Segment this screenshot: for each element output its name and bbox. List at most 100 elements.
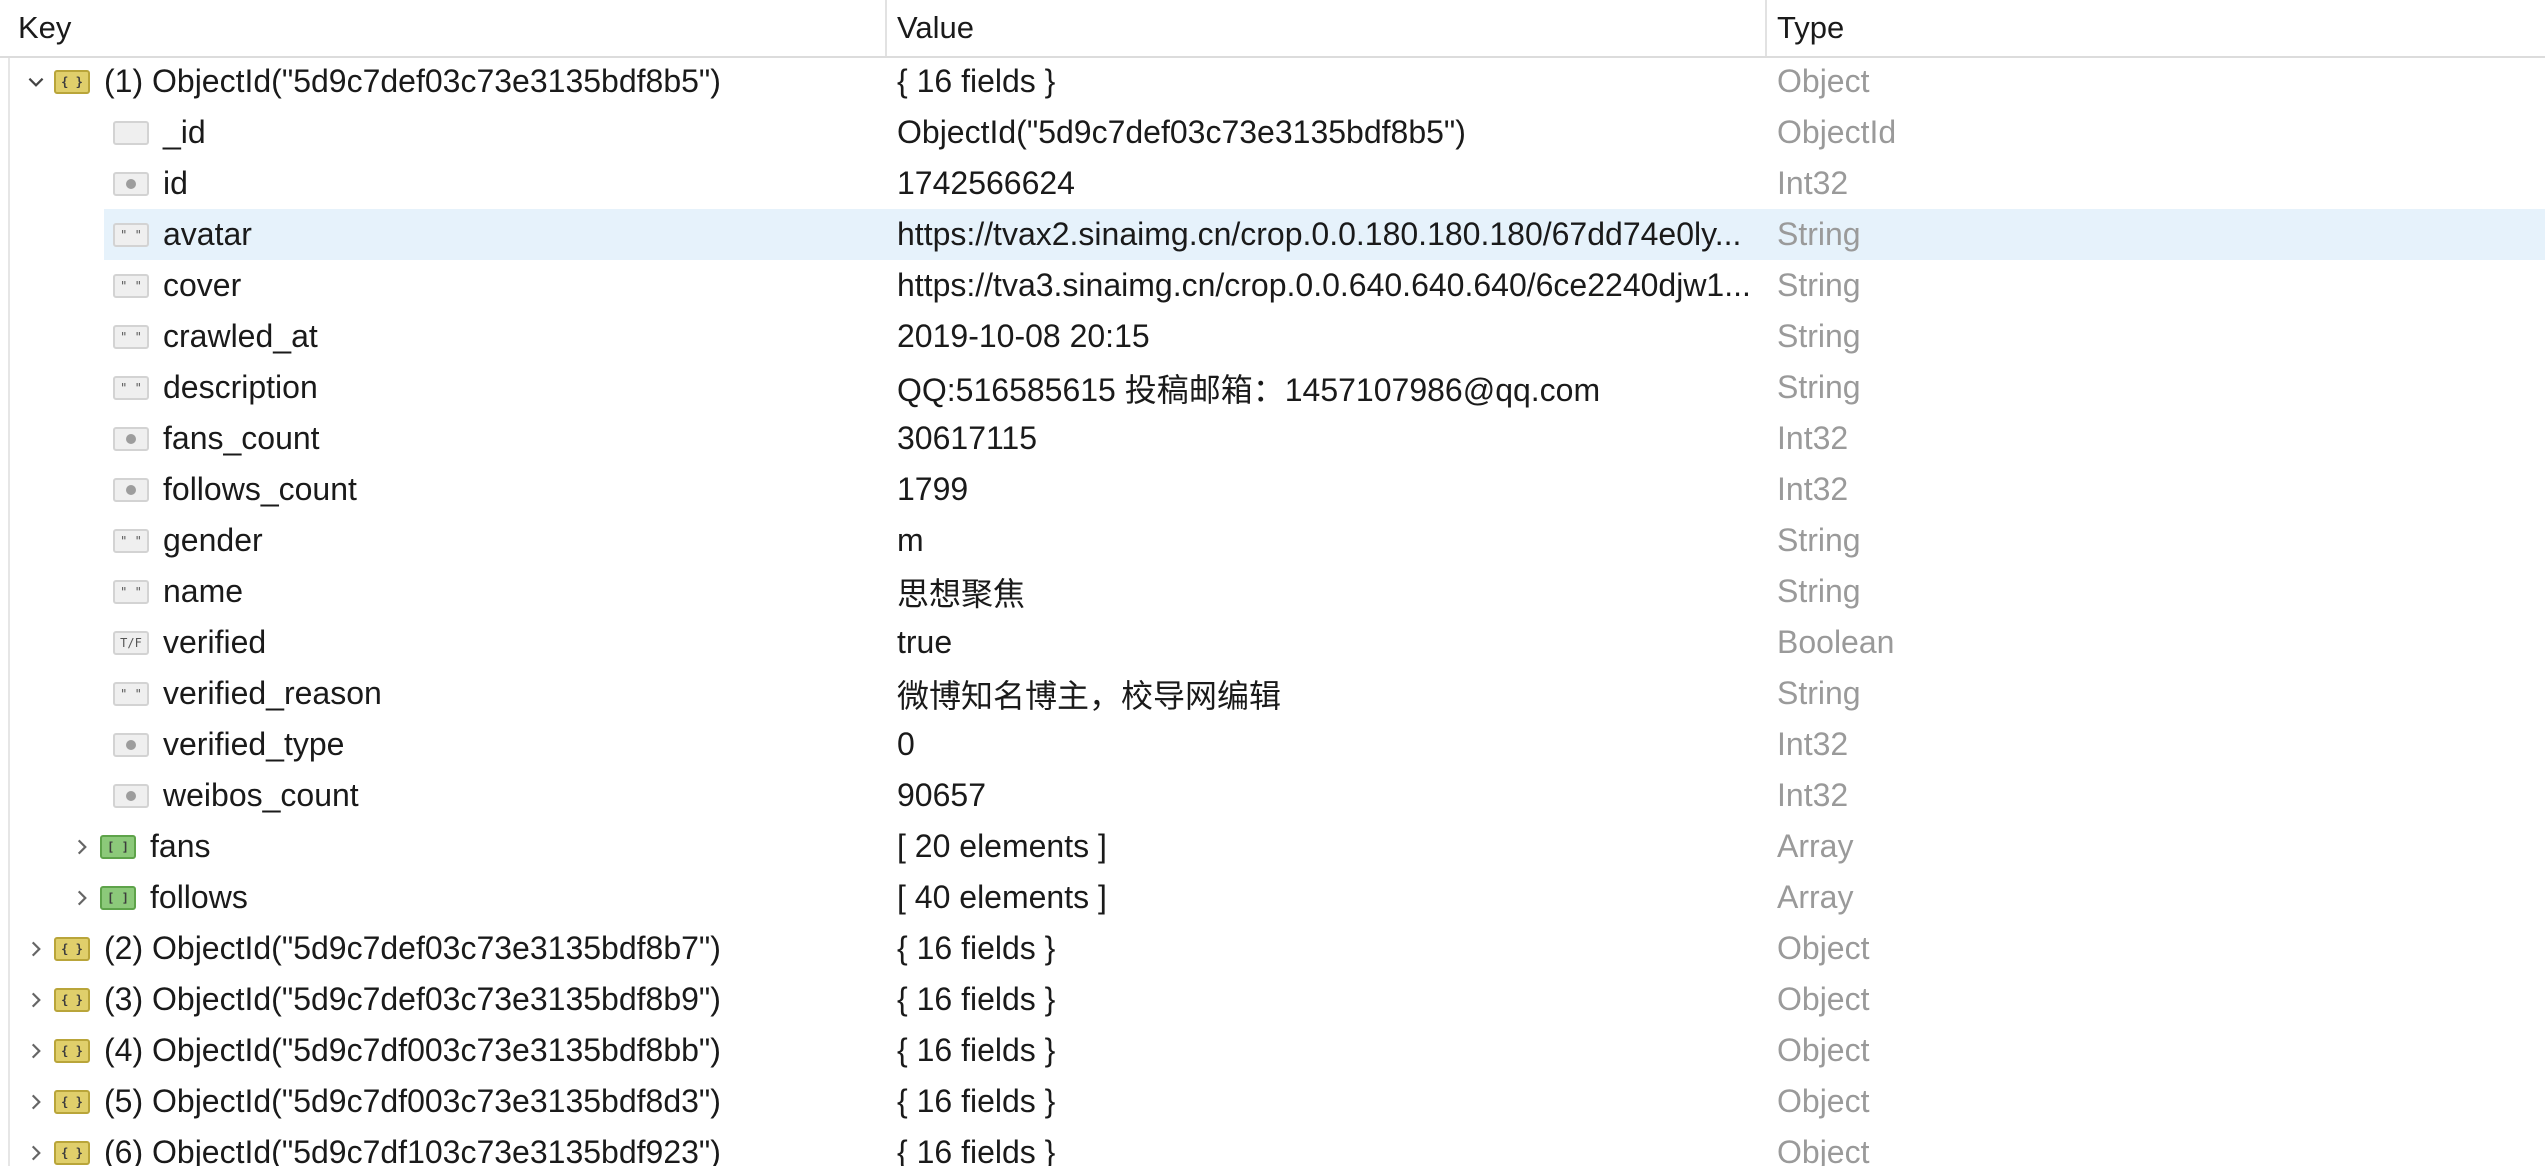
row-value: { 16 fields } [897,930,1056,966]
chevron-right-icon[interactable] [18,1084,54,1120]
row-type: Object [1777,1032,1870,1068]
row-key: id [163,165,188,201]
row-key: gender [163,522,263,558]
row-key: (3) ObjectId("5d9c7def03c73e3135bdf8b9") [104,981,721,1017]
tree-row-document-1[interactable]: { } (1) ObjectId("5d9c7def03c73e3135bdf8… [0,56,2545,107]
row-key: description [163,369,318,405]
row-type: String [1777,267,1861,303]
tree-rows: { } (1) ObjectId("5d9c7def03c73e3135bdf8… [0,56,2545,1166]
row-type: String [1777,369,1861,405]
string-icon: " " [113,579,149,604]
int-icon [113,426,149,451]
row-type: Array [1777,828,1854,864]
row-key: crawled_at [163,318,318,354]
row-value: 30617115 [897,420,1037,456]
column-header: Key Value Type [0,0,2545,58]
tree-row-field-id[interactable]: id 1742566624 Int32 [0,158,2545,209]
row-value: ObjectId("5d9c7def03c73e3135bdf8b5") [897,114,1466,150]
row-value: https://tva3.sinaimg.cn/crop.0.0.640.640… [897,267,1751,303]
int-icon [113,732,149,757]
row-value: [ 20 elements ] [897,828,1107,864]
row-type: String [1777,675,1861,711]
chevron-right-icon[interactable] [18,931,54,967]
row-value: 思想聚焦 [897,575,1026,612]
row-key: fans_count [163,420,320,456]
row-type: Int32 [1777,726,1849,762]
string-icon: " " [113,528,149,553]
object-icon: { } [54,1140,90,1165]
tree-row-field-follows[interactable]: [ ] follows [ 40 elements ] Array [0,872,2545,923]
row-value: { 16 fields } [897,1032,1056,1068]
row-type: String [1777,216,1861,252]
tree-row-field-name[interactable]: " " name 思想聚焦 String [0,566,2545,617]
row-value: true [897,624,953,660]
object-icon: { } [54,1038,90,1063]
row-type: Object [1777,930,1870,966]
tree-row-field-gender[interactable]: " " gender m String [0,515,2545,566]
tree-row-field-fans_count[interactable]: fans_count 30617115 Int32 [0,413,2545,464]
chevron-down-icon[interactable] [18,64,54,100]
tree-row-field-weibos_count[interactable]: weibos_count 90657 Int32 [0,770,2545,821]
row-key: fans [150,828,211,864]
tree-row-document-2[interactable]: { } (2) ObjectId("5d9c7def03c73e3135bdf8… [0,923,2545,974]
string-icon: " " [113,681,149,706]
tree-row-field-cover[interactable]: " " cover https://tva3.sinaimg.cn/crop.0… [0,260,2545,311]
row-value: QQ:516585615 投稿邮箱：1457107986@qq.com [897,371,1601,408]
row-key: follows_count [163,471,357,507]
row-value: { 16 fields } [897,1134,1056,1166]
row-type: Array [1777,879,1854,915]
array-icon: [ ] [100,834,136,859]
row-key: (1) ObjectId("5d9c7def03c73e3135bdf8b5") [104,63,721,99]
int-icon [113,171,149,196]
document-tree-grid: Key Value Type { } (1) ObjectId("5d9c7de… [0,0,2545,1166]
column-header-value[interactable]: Value [887,0,1767,56]
tree-row-field-verified_type[interactable]: verified_type 0 Int32 [0,719,2545,770]
string-icon: " " [113,324,149,349]
tree-row-field-fans[interactable]: [ ] fans [ 20 elements ] Array [0,821,2545,872]
chevron-right-icon[interactable] [18,1135,54,1166]
row-key: (4) ObjectId("5d9c7df003c73e3135bdf8bb") [104,1032,721,1068]
tree-row-field-crawled_at[interactable]: " " crawled_at 2019-10-08 20:15 String [0,311,2545,362]
tree-row-document-5[interactable]: { } (5) ObjectId("5d9c7df003c73e3135bdf8… [0,1076,2545,1127]
string-icon: " " [113,222,149,247]
tree-row-field-verified_reason[interactable]: " " verified_reason 微博知名博主，校导网编辑 String [0,668,2545,719]
chevron-right-icon[interactable] [18,1033,54,1069]
objectid-icon [113,120,149,145]
row-type: String [1777,318,1861,354]
row-value: [ 40 elements ] [897,879,1107,915]
row-key: avatar [163,216,252,252]
row-key: name [163,573,244,609]
row-type: Int32 [1777,420,1849,456]
tree-row-field-verified[interactable]: T/F verified true Boolean [0,617,2545,668]
chevron-right-icon[interactable] [64,880,100,916]
row-value: { 16 fields } [897,981,1056,1017]
array-icon: [ ] [100,885,136,910]
row-value: 2019-10-08 20:15 [897,318,1150,354]
row-type: Int32 [1777,777,1849,813]
chevron-right-icon[interactable] [64,829,100,865]
tree-row-document-3[interactable]: { } (3) ObjectId("5d9c7def03c73e3135bdf8… [0,974,2545,1025]
string-icon: " " [113,375,149,400]
row-value: { 16 fields } [897,63,1056,99]
tree-row-field-follows_count[interactable]: follows_count 1799 Int32 [0,464,2545,515]
tree-row-field-avatar[interactable]: " " avatar https://tvax2.sinaimg.cn/crop… [0,209,2545,260]
tree-row-document-4[interactable]: { } (4) ObjectId("5d9c7df003c73e3135bdf8… [0,1025,2545,1076]
row-key: (5) ObjectId("5d9c7df003c73e3135bdf8d3") [104,1083,721,1119]
row-type: Object [1777,981,1870,1017]
row-key: verified_reason [163,675,382,711]
string-icon: " " [113,273,149,298]
column-header-type[interactable]: Type [1767,0,2545,56]
tree-row-field-description[interactable]: " " description QQ:516585615 投稿邮箱：145710… [0,362,2545,413]
tree-row-document-6[interactable]: { } (6) ObjectId("5d9c7df103c73e3135bdf9… [0,1127,2545,1166]
chevron-right-icon[interactable] [18,982,54,1018]
row-type: Boolean [1777,624,1895,660]
object-icon: { } [54,987,90,1012]
row-value: 90657 [897,777,986,813]
row-value: 0 [897,726,915,762]
column-header-key[interactable]: Key [0,0,887,56]
row-key: weibos_count [163,777,359,813]
tree-row-field-_id[interactable]: _id ObjectId("5d9c7def03c73e3135bdf8b5")… [0,107,2545,158]
row-type: ObjectId [1777,114,1897,150]
boolean-icon: T/F [113,630,149,655]
int-icon [113,783,149,808]
